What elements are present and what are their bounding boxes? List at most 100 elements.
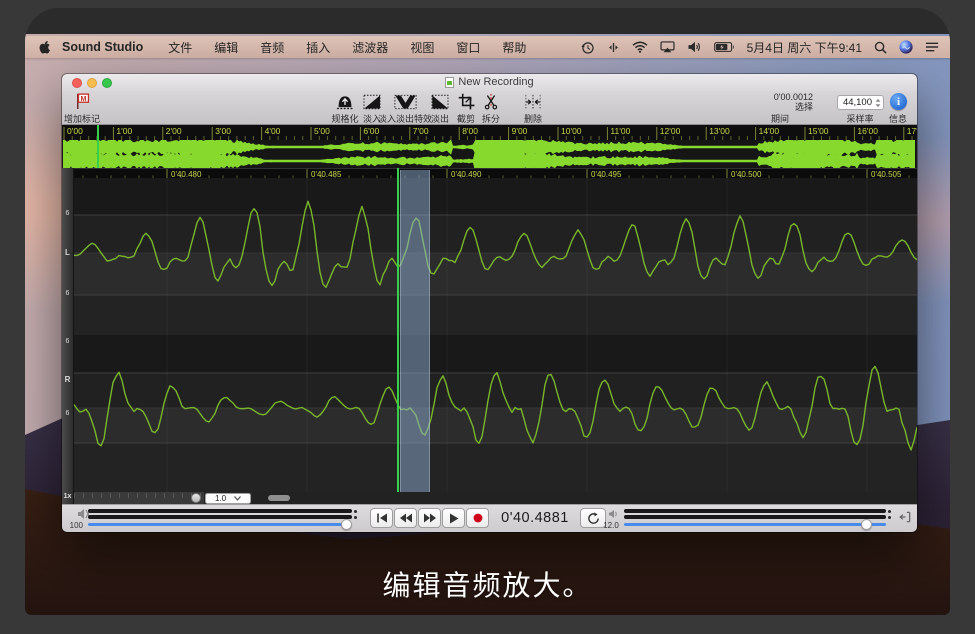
toolbar-action-split[interactable]: 拆分 (482, 91, 500, 125)
apple-menu-icon[interactable] (39, 40, 51, 54)
volume-icon[interactable] (687, 41, 702, 53)
sound-studio-window: New Recording M 增加标记 规格化淡入淡入淡出特效淡出截剪拆分删除… (62, 74, 917, 532)
spotlight-icon[interactable] (874, 41, 887, 54)
siri-icon[interactable] (899, 40, 913, 54)
wifi-icon[interactable] (632, 41, 648, 53)
right-volume-slider[interactable] (624, 523, 886, 526)
channel-label-r: R (62, 375, 73, 384)
menu-item-3[interactable]: 音频 (249, 39, 295, 56)
window-title-bar[interactable]: New Recording (62, 74, 917, 91)
svg-text:3'00: 3'00 (215, 126, 231, 136)
add-marker-label[interactable]: 增加标记 (60, 112, 104, 125)
overview-time-ruler[interactable]: 0'001'002'003'004'005'006'007'008'009'00… (62, 125, 917, 140)
menu-item-4[interactable]: 插入 (295, 39, 341, 56)
delete-icon (524, 91, 542, 110)
sync-arrows-icon[interactable] (607, 41, 620, 54)
toolbar-action-fade-in-out[interactable]: 淡入淡出特效 (378, 91, 432, 125)
svg-text:2'00: 2'00 (166, 126, 182, 136)
presentation-stage: Sound Studio 文件编辑音频插入滤波器视图窗口帮助 5月4日 周六 下… (0, 0, 975, 634)
db-label: 6 (62, 290, 73, 297)
caption-text: 编辑音频放大。 (25, 564, 950, 604)
toolbar-action-label: 拆分 (482, 112, 500, 125)
duration-mode: 选择 (745, 102, 813, 112)
notification-center-icon[interactable] (925, 41, 939, 53)
svg-text:16'00: 16'00 (857, 126, 878, 136)
overview-waveform[interactable] (62, 140, 917, 168)
loop-icon (587, 512, 600, 525)
svg-text:12'00: 12'00 (660, 126, 681, 136)
chevron-down-icon (234, 496, 241, 501)
menu-item-5[interactable]: 滤波器 (341, 39, 399, 56)
menu-item-8[interactable]: 帮助 (491, 39, 537, 56)
duration-display: 0'00.0012 选择 (745, 92, 815, 112)
menu-item-7[interactable]: 窗口 (445, 39, 491, 56)
zoom-time-ruler[interactable]: 0'40.4800'40.4850'40.4900'40.4950'40.500… (62, 168, 917, 178)
right-meter-dot-2 (888, 516, 891, 519)
rewind-button[interactable] (394, 508, 417, 528)
playhead-line[interactable] (397, 168, 399, 492)
toolbar-action-normalize[interactable]: 规格化 (331, 91, 358, 125)
fade-out-icon (431, 91, 449, 110)
vertical-zoom-select[interactable]: 1.0 (205, 493, 251, 504)
svg-text:17'00: 17'00 (907, 126, 917, 136)
add-marker-icon[interactable]: M (72, 92, 92, 110)
window-title: New Recording (62, 76, 917, 88)
svg-text:11'00: 11'00 (610, 126, 630, 136)
toolbar-action-label: 截剪 (457, 112, 475, 125)
waveform-editor[interactable] (74, 178, 917, 492)
db-label: 6 (62, 410, 73, 417)
left-meter-2 (88, 515, 352, 519)
zoom-scroll-row: 1.0 (74, 492, 917, 504)
selection-band[interactable] (400, 170, 430, 492)
record-button[interactable] (466, 508, 489, 528)
svg-text:5'00: 5'00 (314, 126, 330, 136)
channel-gutter[interactable]: 6L66R61x (62, 168, 74, 504)
toolbar-action-label: 淡出 (431, 112, 449, 125)
svg-text:1'00: 1'00 (116, 126, 132, 136)
play-button[interactable] (442, 508, 465, 528)
airplay-icon[interactable] (660, 41, 675, 53)
sample-rate-value: 44,100 (843, 97, 872, 108)
transport-buttons (370, 508, 489, 528)
db-label: 6 (62, 338, 73, 345)
output-speaker-icon[interactable] (608, 509, 619, 519)
toolbar-action-label: 删除 (524, 112, 542, 125)
duration-value: 0'00.0012 (745, 92, 813, 102)
toolbar-action-crop[interactable]: 截剪 (457, 91, 475, 125)
overview-playhead[interactable] (97, 125, 99, 168)
zoom-slider-thumb[interactable] (191, 493, 201, 503)
toolbar-action-fade-out[interactable]: 淡出 (431, 91, 449, 125)
document-proxy-icon (445, 77, 454, 88)
menu-item-1[interactable]: 文件 (157, 39, 203, 56)
right-meter-1 (624, 509, 886, 513)
zoom-slider[interactable] (74, 492, 204, 504)
right-meter-2 (624, 515, 886, 519)
sample-rate-select[interactable]: 44,100 (837, 95, 884, 110)
toolbar-action-delete[interactable]: 删除 (524, 91, 542, 125)
app-menu-title[interactable]: Sound Studio (62, 40, 143, 54)
menu-item-2[interactable]: 编辑 (203, 39, 249, 56)
fast-forward-button[interactable] (418, 508, 441, 528)
status-icons (580, 40, 735, 55)
fade-in-out-icon (378, 91, 432, 110)
go-to-start-button[interactable] (370, 508, 393, 528)
info-button[interactable]: i (890, 93, 907, 110)
menu-item-6[interactable]: 视图 (399, 39, 445, 56)
status-icons-right (874, 40, 939, 54)
left-volume-thumb[interactable] (341, 519, 352, 530)
toolbar: M 增加标记 规格化淡入淡入淡出特效淡出截剪拆分删除 0'00.0012 选择 … (62, 91, 917, 125)
normalize-icon (331, 91, 358, 110)
left-volume-slider[interactable] (88, 523, 352, 526)
punch-in-icon[interactable] (899, 511, 912, 523)
menu-clock[interactable]: 5月4日 周六 下午9:41 (747, 39, 862, 56)
db-label: 6 (62, 210, 73, 217)
transport-bar: 100 (62, 504, 917, 532)
right-volume-thumb[interactable] (861, 519, 872, 530)
toolbar-action-label: 规格化 (331, 112, 358, 125)
stepper-arrows-icon[interactable] (875, 98, 881, 108)
battery-icon[interactable] (714, 42, 735, 52)
scrollbar-thumb[interactable] (268, 495, 290, 501)
left-meter-1 (88, 509, 352, 513)
time-machine-icon[interactable] (580, 40, 595, 55)
horizontal-scrollbar[interactable] (252, 492, 917, 504)
